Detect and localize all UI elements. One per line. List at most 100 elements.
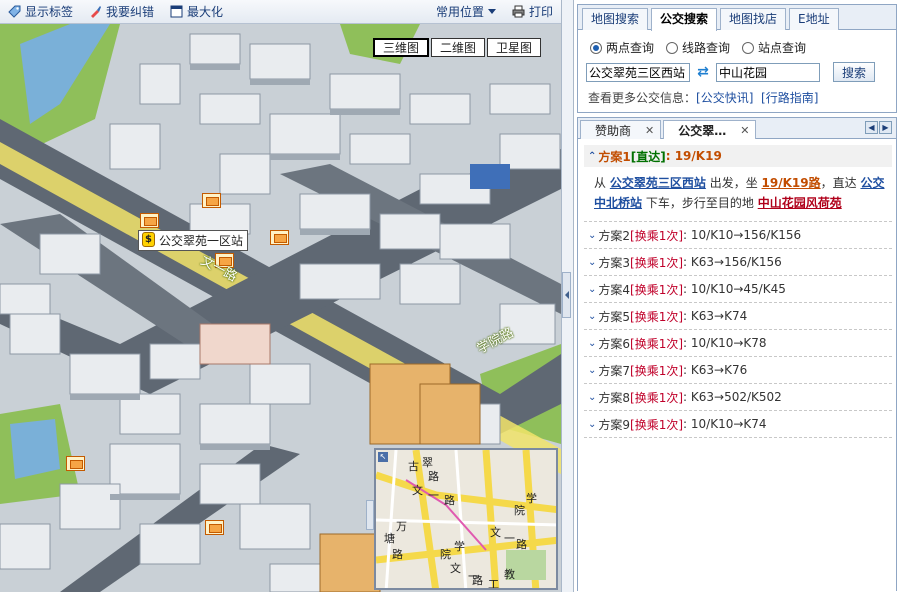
overview-label: 文 <box>412 484 423 497</box>
tab-route-result[interactable]: 公交翠… ✕ <box>663 120 757 139</box>
destination-link[interactable]: 中山花园风荷苑 <box>758 196 842 210</box>
overview-label: 工 <box>488 578 499 590</box>
plan-row[interactable]: ⌄ 方案2 [换乘1次]: 10/K10→156/K156 <box>584 222 892 249</box>
maximize-icon <box>170 5 183 18</box>
results-box: 赞助商 ✕ 公交翠… ✕ ◀ ▶ ⌃ 方案1 [直达] : 19/K19 从 公… <box>577 117 897 591</box>
bus-stop-icon[interactable] <box>66 456 85 471</box>
view-2d-button[interactable]: 二维图 <box>431 38 486 57</box>
plan-list: ⌄ 方案2 [换乘1次]: 10/K10→156/K156 ⌄ 方案3 [换乘1次]: K… <box>578 222 896 438</box>
overview-label: 一 <box>428 489 439 502</box>
radio-line-query[interactable]: 线路查询 <box>666 39 730 56</box>
printer-icon <box>512 5 525 18</box>
brush-icon <box>91 6 102 18</box>
plan-title: 方案8 <box>598 390 631 405</box>
plan-row[interactable]: ⌄ 方案4 [换乘1次]: 10/K10→45/K45 <box>584 276 892 303</box>
plan-route: : 10/K10→156/K156 <box>683 228 802 242</box>
radio-two-point[interactable]: 两点查询 <box>590 39 654 56</box>
plan-tag: [换乘1次] <box>630 282 684 297</box>
view-switch: 三维图 二维图 卫星图 <box>373 38 542 57</box>
plan-row[interactable]: ⌄ 方案7 [换乘1次]: K63→K76 <box>584 357 892 384</box>
print-button[interactable]: 打印 <box>504 0 561 24</box>
report-error-label: 我要纠错 <box>106 5 155 19</box>
plan-route: : 10/K10→K78 <box>683 336 767 350</box>
plan-title: 方案9 <box>598 417 631 432</box>
overview-map[interactable]: ↖ 古 翠 路 文 一 路 院 学 万 塘 路 院 学 文 一 路 文 一 路 … <box>374 448 558 590</box>
close-icon[interactable]: ✕ <box>740 124 749 137</box>
station-label[interactable]: $ 公交翠苑一区站 <box>138 230 249 251</box>
plan-header[interactable]: ⌃ 方案1 [直达] : 19/K19 <box>584 145 892 167</box>
expand-icon: ⌃ <box>588 150 597 162</box>
to-input[interactable] <box>716 62 820 82</box>
collapse-panel-button[interactable] <box>562 272 571 318</box>
from-input[interactable] <box>586 62 690 82</box>
bus-stop-icon[interactable] <box>202 193 221 208</box>
overview-label: 路 <box>392 548 403 561</box>
view-3d-button[interactable]: 三维图 <box>373 38 430 57</box>
overview-label: 教 <box>504 568 515 581</box>
plan-row[interactable]: ⌄ 方案9 [换乘1次]: 10/K10→K74 <box>584 411 892 438</box>
next-tab-icon[interactable]: ▶ <box>879 121 892 134</box>
tab-sponsor[interactable]: 赞助商 ✕ <box>580 120 662 139</box>
view-satellite-button[interactable]: 卫星图 <box>487 38 542 57</box>
plan-title: 方案2 <box>598 228 631 243</box>
query-type-radios: 两点查询 线路查询 站点查询 <box>578 30 896 56</box>
bus-news-link[interactable]: [公交快讯] <box>696 91 753 105</box>
plan-route: : K63→156/K156 <box>683 255 782 269</box>
plan-tag: [换乘1次] <box>630 417 684 432</box>
expand-icon: ⌄ <box>588 310 597 322</box>
from-station-link[interactable]: 公交翠苑三区西站 <box>610 176 706 190</box>
route-link[interactable]: 19/K19路 <box>762 176 821 190</box>
map-area[interactable]: 显示标签 我要纠错 最大化 常用位置 打印 三维图 二维图 卫星图 $ 公交翠苑… <box>0 0 561 592</box>
tab-bus-search[interactable]: 公交搜索 <box>651 8 718 31</box>
plan-tag: [换乘1次] <box>630 336 684 351</box>
plan-detail: 从 公交翠苑三区西站 出发，坐 19/K19路，直达 公交中北桥站 下车，步行至… <box>584 167 892 222</box>
overview-label: 院 <box>514 504 525 517</box>
radio-label: 两点查询 <box>606 41 655 55</box>
chevron-down-icon <box>487 8 496 14</box>
plan-row[interactable]: ⌄ 方案6 [换乘1次]: 10/K10→K78 <box>584 330 892 357</box>
plan-title: 方案7 <box>598 363 631 378</box>
plan-row[interactable]: ⌄ 方案5 [换乘1次]: K63→K74 <box>584 303 892 330</box>
more-info-text: 查看更多公交信息： <box>588 91 697 105</box>
tab-e-address[interactable]: E地址 <box>789 8 839 30</box>
overview-label: 古 <box>408 460 419 473</box>
bus-stop-icon[interactable] <box>140 213 159 228</box>
plan-tag: [换乘1次] <box>630 255 684 270</box>
plan-expanded: ⌃ 方案1 [直达] : 19/K19 从 公交翠苑三区西站 出发，坐 19/K… <box>584 145 892 222</box>
show-labels-button[interactable]: 显示标签 <box>0 0 81 24</box>
print-label: 打印 <box>528 5 553 19</box>
plan-route: : K63→K74 <box>683 309 748 323</box>
overview-label: 路 <box>428 470 439 483</box>
plan-route: : 10/K10→K74 <box>683 417 767 431</box>
overview-collapse-icon[interactable]: ↖ <box>378 452 388 462</box>
overview-toggle-button[interactable] <box>366 500 374 530</box>
search-box: 地图搜索 公交搜索 地图找店 E地址 两点查询 线路查询 站点查询 ⇄ 搜索 <box>577 4 897 113</box>
plan-row[interactable]: ⌄ 方案3 [换乘1次]: K63→156/K156 <box>584 249 892 276</box>
bus-stop-icon[interactable] <box>205 520 224 535</box>
overview-label: 路 <box>472 574 483 587</box>
radio-station-query[interactable]: 站点查询 <box>742 39 806 56</box>
common-location-dropdown[interactable]: 常用位置 <box>428 0 504 24</box>
swap-icon[interactable]: ⇄ <box>693 65 713 79</box>
bus-stop-icon[interactable] <box>270 230 289 245</box>
plan-tag: [换乘1次] <box>630 309 684 324</box>
prev-tab-icon[interactable]: ◀ <box>865 121 878 134</box>
tab-sponsor-label: 赞助商 <box>595 123 632 138</box>
tab-find-shop[interactable]: 地图找店 <box>720 8 787 30</box>
tag-icon <box>8 5 21 18</box>
report-error-button[interactable]: 我要纠错 <box>81 0 162 24</box>
maximize-button[interactable]: 最大化 <box>162 0 231 24</box>
map-toolbar: 显示标签 我要纠错 最大化 常用位置 打印 <box>0 0 561 24</box>
search-button[interactable]: 搜索 <box>833 62 876 82</box>
close-icon[interactable]: ✕ <box>645 124 654 137</box>
expand-icon: ⌄ <box>588 256 597 268</box>
overview-label: 路 <box>516 538 527 551</box>
maximize-label: 最大化 <box>187 5 224 19</box>
route-guide-link[interactable]: [行路指南] <box>761 91 818 105</box>
plan-row[interactable]: ⌄ 方案8 [换乘1次]: K63→502/K502 <box>584 384 892 411</box>
radio-label: 线路查询 <box>682 41 731 55</box>
overview-label: 塘 <box>384 532 395 545</box>
radio-label: 站点查询 <box>758 41 807 55</box>
tab-map-search[interactable]: 地图搜索 <box>582 8 649 30</box>
search-tabs: 地图搜索 公交搜索 地图找店 E地址 <box>578 5 896 31</box>
